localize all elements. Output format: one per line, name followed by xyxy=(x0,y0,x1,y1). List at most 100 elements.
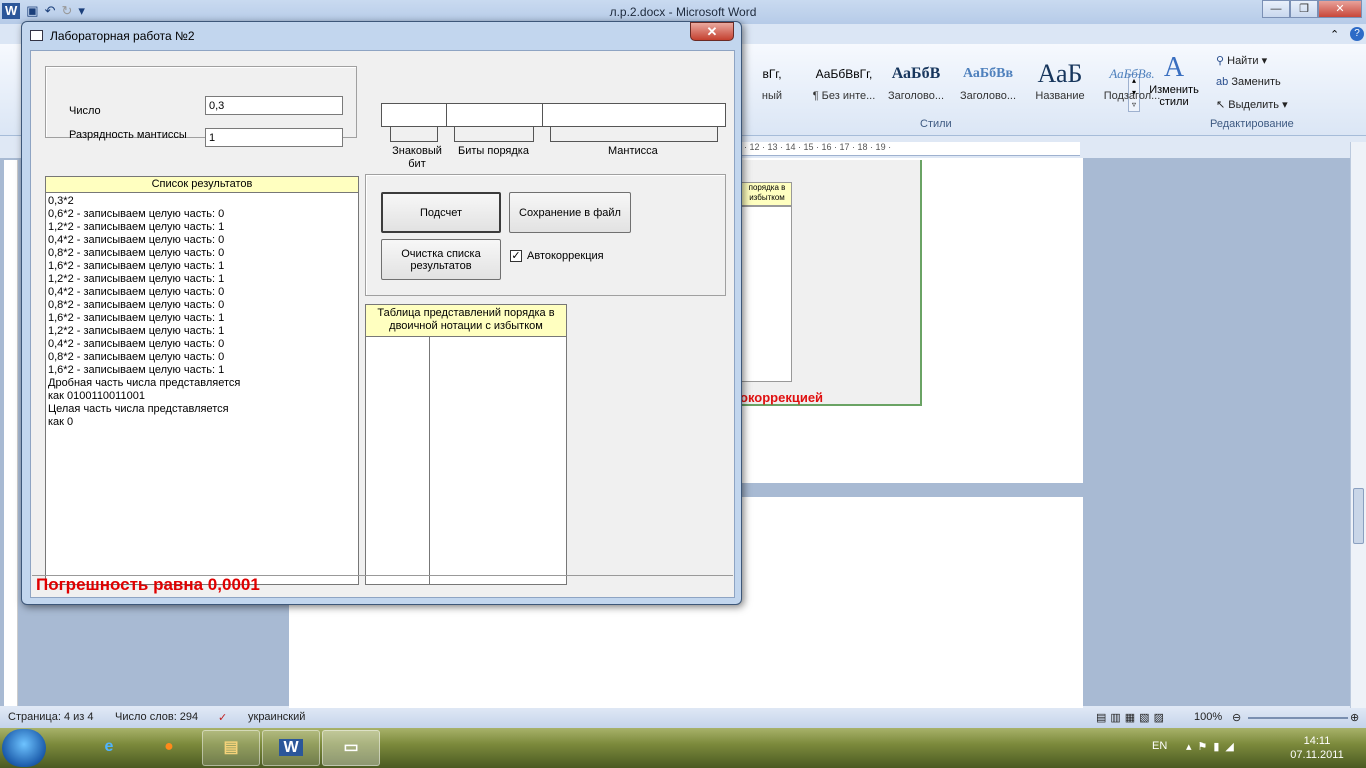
list-item[interactable]: 0,6*2 - записываем целую часть: 0 xyxy=(46,208,358,221)
taskbar-lab-app[interactable]: ▭ xyxy=(322,730,380,766)
autocorrect-checkbox[interactable]: ✓ xyxy=(510,250,522,262)
mantissa-bits-label: Мантисса xyxy=(608,145,658,157)
tray-clock[interactable]: 14:11 07.11.2011 xyxy=(1282,734,1352,762)
vertical-ruler xyxy=(4,160,18,706)
list-item[interactable]: как 0 xyxy=(46,416,358,429)
list-item[interactable]: 0,4*2 - записываем целую часть: 0 xyxy=(46,234,358,247)
list-item[interactable]: 1,6*2 - записываем целую часть: 1 xyxy=(46,312,358,325)
zoom-out-icon[interactable]: ⊖ xyxy=(1232,711,1241,724)
list-item[interactable]: как 0100110011001 xyxy=(46,390,358,403)
taskbar-word[interactable]: W xyxy=(262,730,320,766)
select-button[interactable]: ↖ Выделить ▾ xyxy=(1216,98,1288,111)
status-language[interactable]: украинский xyxy=(248,711,305,723)
replace-label: Заменить xyxy=(1231,76,1281,88)
list-item[interactable]: 1,6*2 - записываем целую часть: 1 xyxy=(46,260,358,273)
status-words[interactable]: Число слов: 294 xyxy=(115,711,198,723)
status-page[interactable]: Страница: 4 из 4 xyxy=(8,711,94,723)
list-item[interactable]: 1,2*2 - записываем целую часть: 1 xyxy=(46,273,358,286)
scroll-thumb[interactable] xyxy=(1353,488,1364,544)
group-styles-label: Стили xyxy=(920,118,952,130)
taskbar-firefox[interactable]: ● xyxy=(140,730,198,766)
save-file-button[interactable]: Сохранение в файл xyxy=(509,192,631,233)
autocorrect-label[interactable]: Автокоррекция xyxy=(527,250,604,262)
list-item[interactable]: 0,8*2 - записываем целую часть: 0 xyxy=(46,351,358,364)
tray-icons[interactable]: ▴⚑▮◢ xyxy=(1186,740,1240,753)
style-item-3[interactable]: АаБбВв Заголово... xyxy=(952,58,1024,108)
minimize-button[interactable]: — xyxy=(1262,0,1290,18)
start-button[interactable] xyxy=(2,729,46,767)
zoom-slider[interactable] xyxy=(1248,717,1348,719)
dialog-client: Число Разрядность мантиссы Знаковый бит … xyxy=(30,50,735,598)
ribbon-minimize-icon[interactable]: ⌃ xyxy=(1330,28,1339,41)
embedded-screenshot: порядка в избытком окоррекцией xyxy=(740,160,922,406)
view-buttons[interactable]: ▤▥▦▧▨ xyxy=(1096,711,1168,724)
sign-bit-bracket xyxy=(390,126,438,142)
replace-icon: ab xyxy=(1216,76,1229,88)
embedded-table-header: порядка в избытком xyxy=(740,182,792,206)
embedded-red-text: окоррекцией xyxy=(740,390,824,405)
word-window-title: л.р.2.docx - Microsoft Word xyxy=(609,5,757,19)
number-input[interactable] xyxy=(205,96,343,115)
select-label: Выделить xyxy=(1228,99,1280,111)
clear-results-button[interactable]: Очистка списка результатов xyxy=(381,239,501,280)
word-close-button[interactable]: ✕ xyxy=(1318,0,1362,18)
mantissa-bracket xyxy=(550,126,718,142)
error-text: Погрешность равна 0,0001 xyxy=(32,575,733,595)
list-item[interactable]: Дробная часть числа представляется xyxy=(46,377,358,390)
sign-bit-label: Знаковый бит xyxy=(392,145,442,170)
style-item-2[interactable]: АаБбВ Заголово... xyxy=(880,58,952,108)
mantissa-label: Разрядность мантиссы xyxy=(69,129,187,141)
vertical-scrollbar[interactable] xyxy=(1350,142,1366,708)
clock-time: 14:11 xyxy=(1303,735,1331,747)
find-label: Найти xyxy=(1227,55,1259,67)
mantissa-bits-box xyxy=(542,103,726,127)
zoom-level[interactable]: 100% xyxy=(1194,711,1222,723)
taskbar-ie[interactable]: e xyxy=(80,730,138,766)
sign-bit-box xyxy=(381,103,447,127)
help-icon[interactable]: ? xyxy=(1350,27,1364,41)
number-label: Число xyxy=(69,105,101,117)
zoom-in-icon[interactable]: ⊕ xyxy=(1350,711,1359,724)
list-item[interactable]: 1,2*2 - записываем целую часть: 1 xyxy=(46,221,358,234)
exponent-table-divider xyxy=(429,337,430,584)
list-item[interactable]: 0,8*2 - записываем целую часть: 0 xyxy=(46,299,358,312)
list-item[interactable]: 1,2*2 - записываем целую часть: 1 xyxy=(46,325,358,338)
word-taskbar-icon: W xyxy=(279,739,303,756)
maximize-button[interactable]: ❐ xyxy=(1290,0,1318,18)
exponent-bits-box xyxy=(446,103,543,127)
style-item-0[interactable]: вГг, ный xyxy=(736,58,808,108)
list-item[interactable]: Целая часть числа представляется xyxy=(46,403,358,416)
style-item-4[interactable]: АаБ Название xyxy=(1024,58,1096,108)
exponent-table[interactable] xyxy=(365,336,567,585)
dialog-title: Лабораторная работа №2 xyxy=(50,29,195,43)
exponent-table-header: Таблица представлений порядка в двоичной… xyxy=(365,304,567,337)
cursor-icon: ↖ xyxy=(1216,99,1226,111)
embedded-list xyxy=(740,206,792,382)
taskbar-explorer[interactable]: ▤ xyxy=(202,730,260,766)
list-item[interactable]: 1,6*2 - записываем целую часть: 1 xyxy=(46,364,358,377)
results-list[interactable]: 0,3*2 0,6*2 - записываем целую часть: 0 1,… xyxy=(45,192,359,585)
style-item-5[interactable]: АаБбВв. Подзагол... xyxy=(1096,58,1168,108)
list-item[interactable]: 0,8*2 - записываем целую часть: 0 xyxy=(46,247,358,260)
list-item[interactable]: 0,4*2 - записываем целую часть: 0 xyxy=(46,338,358,351)
exponent-bits-label: Биты порядка xyxy=(458,145,529,157)
list-item[interactable]: 0,3*2 xyxy=(46,195,358,208)
lab-dialog: Лабораторная работа №2 ✕ Число Разряднос… xyxy=(21,21,742,605)
tray-language[interactable]: EN xyxy=(1152,740,1167,752)
calc-button[interactable]: Подсчет xyxy=(381,192,501,233)
replace-button[interactable]: ab Заменить xyxy=(1216,76,1281,88)
results-header: Список результатов xyxy=(45,176,359,193)
dialog-app-icon[interactable] xyxy=(30,30,43,41)
horizontal-ruler: · 12 · 13 · 14 · 15 · 16 · 17 · 18 · 19 … xyxy=(740,142,1080,156)
mantissa-input[interactable] xyxy=(205,128,343,147)
proofing-icon[interactable]: ✓ xyxy=(218,711,227,724)
group-editing-label: Редактирование xyxy=(1210,118,1294,130)
list-item[interactable]: 0,4*2 - записываем целую часть: 0 xyxy=(46,286,358,299)
find-button[interactable]: ⚲ Найти ▾ xyxy=(1216,54,1267,67)
binoculars-icon: ⚲ xyxy=(1216,55,1225,67)
clock-date: 07.11.2011 xyxy=(1290,749,1344,761)
status-bar: Страница: 4 из 4 Число слов: 294 ✓ украи… xyxy=(0,708,1366,728)
style-item-1[interactable]: АаБбВвГг, ¶ Без инте... xyxy=(808,58,880,108)
exponent-bracket xyxy=(454,126,534,142)
dialog-close-button[interactable]: ✕ xyxy=(690,22,734,41)
